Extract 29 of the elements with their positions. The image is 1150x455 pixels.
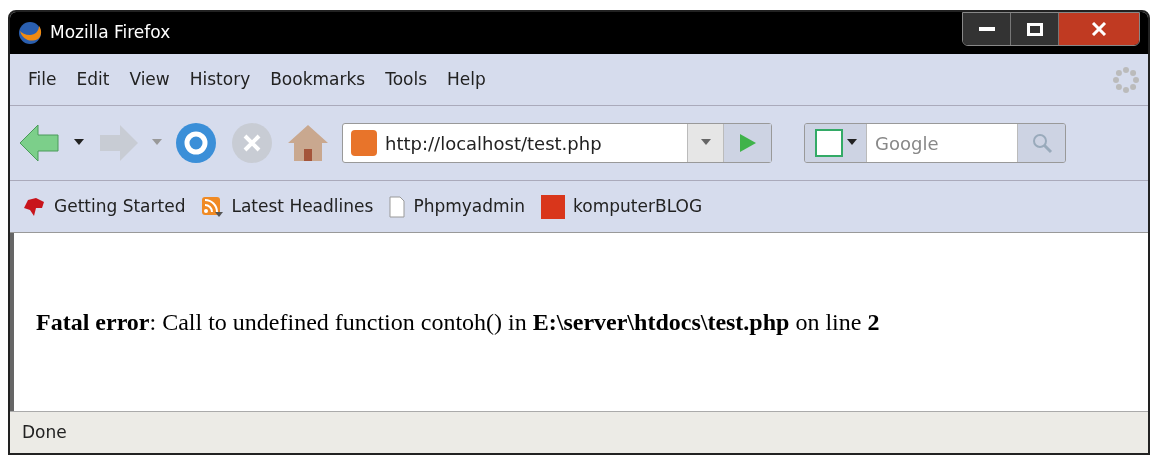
go-button[interactable] [723,124,771,162]
menu-item[interactable]: Help [437,66,496,93]
reload-icon[interactable] [174,121,218,165]
site-icon [351,130,377,156]
menu-item[interactable]: File [18,66,67,93]
address-field[interactable]: http://localhost/test.php [342,123,772,163]
menu-item[interactable]: View [119,66,180,93]
throbber-icon [1112,65,1140,94]
bookmark-link[interactable]: Phpmyadmin [413,193,526,220]
play-icon [738,133,757,153]
minimize-button[interactable] [963,13,1011,45]
stop-icon[interactable] [230,121,274,165]
page-icon [389,195,406,218]
menu-item[interactable]: Bookmarks [260,66,376,93]
menu-item[interactable]: Tools [375,66,438,93]
error-message: Fatal error: Call to undefined function contoh() in E:\server\htdocs\test.php on line 2 [36,308,880,337]
bookmark-link[interactable]: Latest Headlines [231,193,374,220]
firefox-logo-icon [18,21,42,45]
bookmark-link[interactable]: Getting Started [54,193,186,220]
feed-icon [201,195,224,218]
window-title: Mozilla Firefox [50,21,171,45]
close-button[interactable] [1059,13,1139,45]
dropdown-caret-icon[interactable] [74,139,84,147]
maximize-button[interactable] [1011,13,1059,45]
menu-item[interactable]: History [179,66,261,93]
close-icon [1091,22,1107,36]
menu-item[interactable]: Edit [66,66,120,93]
bookmark-link[interactable]: komputerBLOG [573,193,703,220]
status-text: Done [22,420,67,444]
